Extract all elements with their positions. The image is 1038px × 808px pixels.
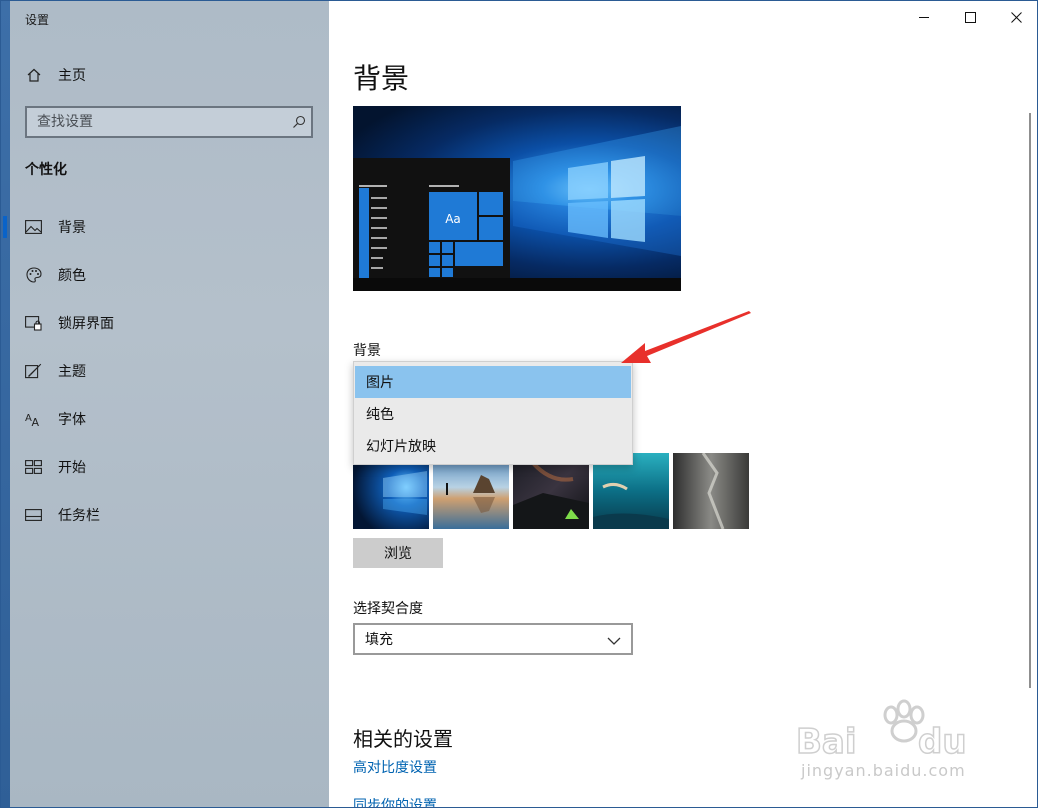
nav-item-background[interactable]: 背景 (3, 203, 329, 251)
option-picture[interactable]: 图片 (355, 366, 631, 398)
nav-item-label: 锁屏界面 (58, 316, 114, 332)
font-icon: AA (25, 411, 42, 428)
nav-item-label: 开始 (58, 460, 86, 476)
sync-settings-link[interactable]: 同步你的设置 (353, 795, 437, 807)
app-title: 设置 (25, 13, 50, 27)
maximize-button[interactable] (947, 1, 993, 33)
browse-button[interactable]: 浏览 (353, 538, 443, 568)
window-edge (1, 1, 10, 807)
nav-item-label: 字体 (58, 412, 86, 428)
close-button[interactable] (993, 1, 1037, 33)
minimize-icon (918, 8, 930, 27)
page-title: 背景 (353, 62, 410, 95)
close-icon (1010, 8, 1022, 27)
related-settings-title: 相关的设置 (353, 727, 453, 751)
background-type-dropdown: 图片 纯色 幻灯片放映 (353, 361, 633, 465)
picture-icon (25, 219, 42, 236)
maximize-icon (964, 8, 976, 27)
section-title: 个性化 (25, 162, 67, 178)
preview-tile-text: Aa (445, 212, 461, 226)
palette-icon (25, 267, 42, 284)
nav-list: 背景 颜色 锁屏界面 主题 A A 字体 开始 任务栏 (3, 203, 329, 539)
background-label: 背景 (353, 343, 381, 359)
high-contrast-link[interactable]: 高对比度设置 (353, 757, 437, 777)
minimize-button[interactable] (901, 1, 947, 33)
nav-home[interactable]: 主页 (25, 63, 86, 87)
theme-brush-icon (25, 363, 42, 380)
option-slideshow[interactable]: 幻灯片放映 (355, 430, 631, 462)
lock-screen-icon (25, 315, 42, 332)
search-input[interactable] (27, 108, 287, 136)
nav-item-label: 主题 (58, 364, 86, 380)
search-box[interactable] (25, 106, 313, 138)
nav-home-label: 主页 (58, 68, 86, 84)
settings-window: 设置 主页 个性化 背景 (0, 0, 1038, 808)
nav-item-themes[interactable]: 主题 (10, 347, 329, 395)
navigation-pane: 设置 主页 个性化 背景 (1, 1, 329, 807)
annotation-arrow (621, 311, 751, 363)
nav-item-colors[interactable]: 颜色 (10, 251, 329, 299)
watermark-domain: jingyan.baidu.com (801, 761, 966, 780)
taskbar-icon (25, 507, 42, 524)
nav-item-lock-screen[interactable]: 锁屏界面 (10, 299, 329, 347)
chevron-down-icon (607, 630, 621, 649)
nav-item-label: 背景 (58, 220, 86, 236)
window-controls (901, 1, 1037, 33)
svg-text:du: du (918, 722, 967, 762)
fit-dropdown-value: 填充 (365, 632, 393, 648)
svg-text:Bai: Bai (796, 722, 857, 762)
nav-item-label: 颜色 (58, 268, 86, 284)
nav-item-start[interactable]: 开始 (10, 443, 329, 491)
thumbnail-rock-cliff[interactable] (673, 453, 749, 529)
desktop-preview: Aa (353, 106, 681, 291)
fit-label: 选择契合度 (353, 601, 423, 617)
option-solid-color[interactable]: 纯色 (355, 398, 631, 430)
scrollbar[interactable] (1029, 113, 1031, 688)
preview-art: Aa (353, 126, 681, 291)
fit-dropdown[interactable]: 填充 (353, 623, 633, 655)
nav-item-label: 任务栏 (58, 508, 100, 524)
start-grid-icon (25, 459, 42, 476)
nav-item-taskbar[interactable]: 任务栏 (10, 491, 329, 539)
home-icon (25, 67, 42, 84)
search-icon[interactable] (287, 115, 311, 129)
svg-text:A: A (32, 416, 40, 427)
nav-item-fonts[interactable]: AA 字体 (10, 395, 329, 443)
